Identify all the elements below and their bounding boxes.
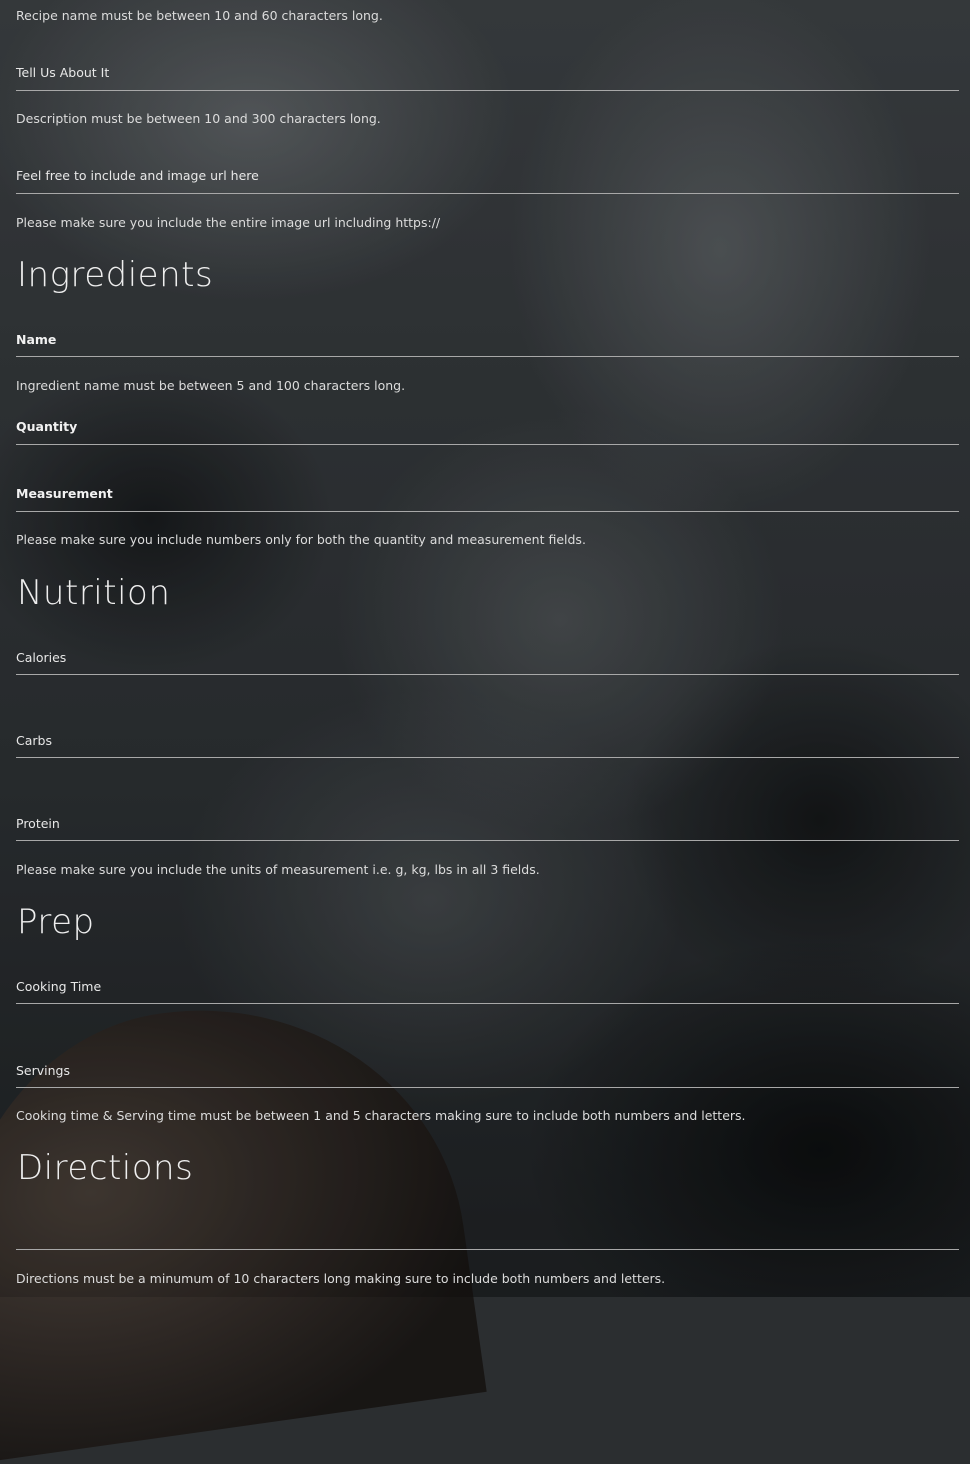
servings-label: Servings xyxy=(16,1063,71,1078)
ingredient-name-hint: Ingredient name must be between 5 and 10… xyxy=(16,378,406,393)
measurement-label: Measurement xyxy=(16,486,113,501)
units-hint: Please make sure you include the units o… xyxy=(16,862,540,877)
time-servings-hint: Cooking time & Serving time must be betw… xyxy=(16,1108,746,1123)
cooking-time-label: Cooking Time xyxy=(16,979,102,994)
protein-field[interactable]: Protein xyxy=(16,806,959,841)
carbs-label: Carbs xyxy=(16,733,52,748)
description-label: Tell Us About It xyxy=(16,65,110,80)
directions-hint: Directions must be a minumum of 10 chara… xyxy=(16,1271,666,1286)
ingredients-heading: Ingredients xyxy=(17,255,214,295)
recipe-name-hint: Recipe name must be between 10 and 60 ch… xyxy=(16,8,383,23)
calories-label: Calories xyxy=(16,650,67,665)
recipe-form: Recipe name must be between 10 and 60 ch… xyxy=(0,0,970,1297)
numbers-only-hint: Please make sure you include numbers onl… xyxy=(16,532,586,547)
nutrition-heading: Nutrition xyxy=(17,573,171,613)
image-url-field[interactable]: Feel free to include and image url here xyxy=(16,159,959,194)
description-field[interactable]: Tell Us About It xyxy=(16,56,959,91)
directions-heading: Directions xyxy=(17,1148,194,1188)
protein-label: Protein xyxy=(16,816,60,831)
measurement-field[interactable]: Measurement xyxy=(16,477,959,512)
image-url-hint: Please make sure you include the entire … xyxy=(16,215,441,230)
description-hint: Description must be between 10 and 300 c… xyxy=(16,111,381,126)
ingredient-name-label: Name xyxy=(16,332,57,347)
prep-heading: Prep xyxy=(17,902,95,942)
directions-field[interactable] xyxy=(16,1200,959,1250)
quantity-label: Quantity xyxy=(16,419,78,434)
image-url-label: Feel free to include and image url here xyxy=(16,168,259,183)
servings-field[interactable]: Servings xyxy=(16,1053,959,1088)
cooking-time-field[interactable]: Cooking Time xyxy=(16,969,959,1004)
ingredient-name-field[interactable]: Name xyxy=(16,322,959,357)
calories-field[interactable]: Calories xyxy=(16,640,959,675)
quantity-field[interactable]: Quantity xyxy=(16,410,959,445)
carbs-field[interactable]: Carbs xyxy=(16,723,959,758)
